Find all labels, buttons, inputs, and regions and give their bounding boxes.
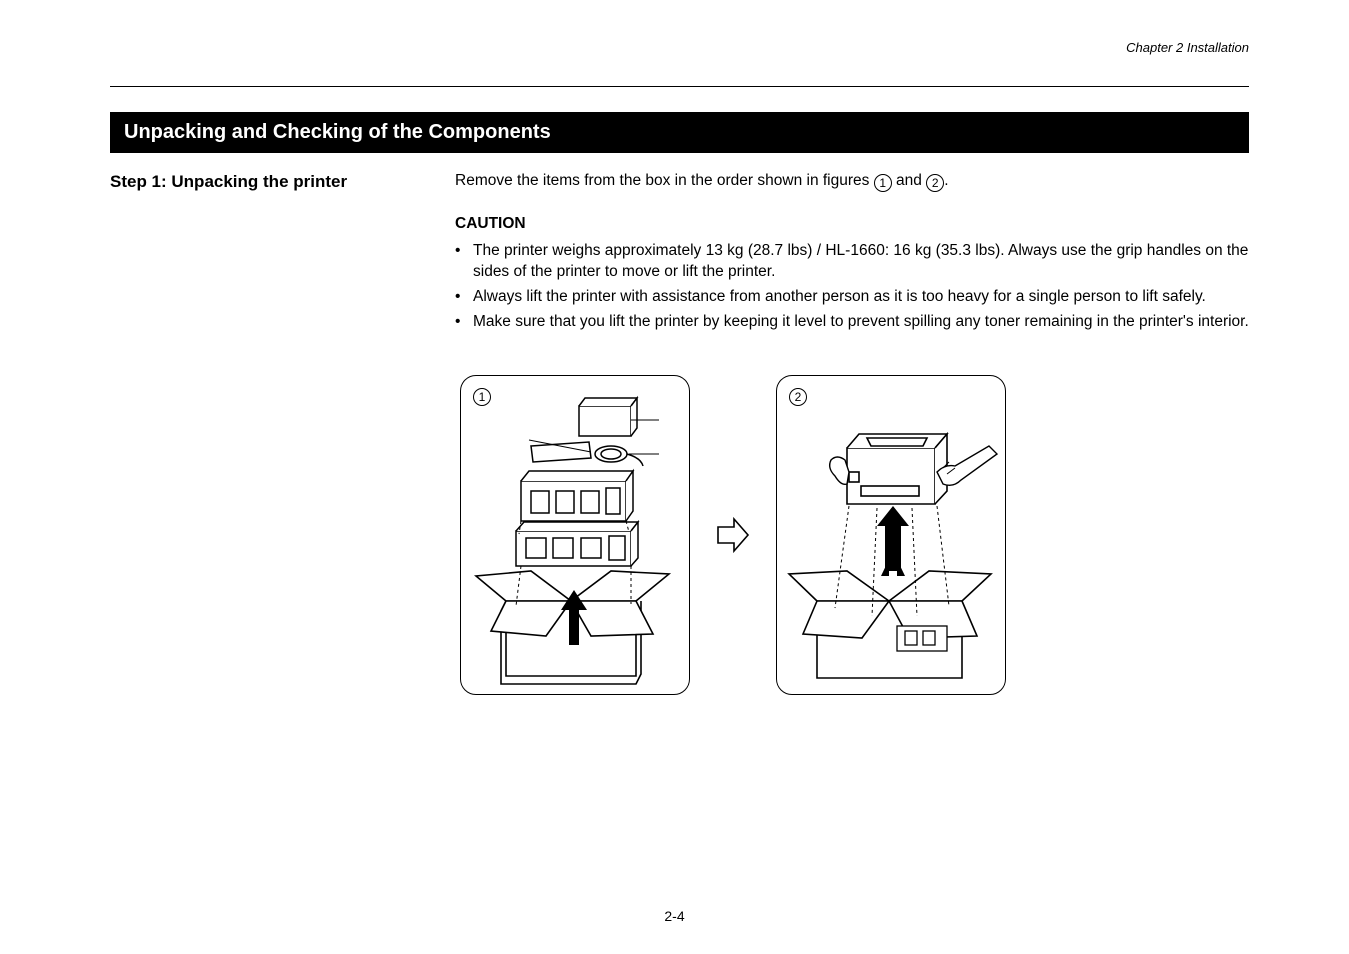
section-title-bar: Unpacking and Checking of the Components [110, 112, 1249, 153]
step-row: Step 1: Unpacking the printer Remove the… [110, 171, 1249, 337]
figure-panel-2: 2 [776, 375, 1006, 695]
circled-one-inline: 1 [874, 174, 892, 192]
figure-number-2: 2 [789, 388, 807, 406]
text: and [892, 172, 926, 189]
figures-row: 1 [460, 375, 1249, 695]
text: Make sure that you lift the printer by k… [473, 312, 1249, 333]
caution-item: •Make sure that you lift the printer by … [455, 312, 1249, 333]
text: . [944, 172, 948, 189]
step-label: Step 1: Unpacking the printer [110, 171, 455, 337]
caution-block: CAUTION •The printer weighs approximatel… [455, 214, 1249, 333]
figure-panel-1: 1 [460, 375, 690, 695]
caution-item: •Always lift the printer with assistance… [455, 287, 1249, 308]
chapter-header: Chapter 2 Installation [1126, 40, 1249, 55]
arrow-between [716, 515, 750, 555]
text: Always lift the printer with assistance … [473, 287, 1206, 308]
circled-two-inline: 2 [926, 174, 944, 192]
section-title: Unpacking and Checking of the Components [124, 121, 551, 144]
unpack-accessories-illustration [461, 376, 690, 695]
caution-item: •The printer weighs approximately 13 kg … [455, 241, 1249, 283]
lift-printer-illustration [777, 376, 1006, 695]
text: The printer weighs approximately 13 kg (… [473, 241, 1249, 283]
text: Remove the items from the box in the ord… [455, 172, 874, 189]
caution-list: •The printer weighs approximately 13 kg … [455, 241, 1249, 333]
step-paragraph: Remove the items from the box in the ord… [455, 171, 1249, 192]
step-body: Remove the items from the box in the ord… [455, 171, 1249, 337]
header-rule [110, 86, 1249, 87]
arrow-right-icon [716, 515, 750, 555]
page-number: 2-4 [0, 908, 1349, 924]
caution-heading: CAUTION [455, 214, 1249, 235]
figure-number-1: 1 [473, 388, 491, 406]
